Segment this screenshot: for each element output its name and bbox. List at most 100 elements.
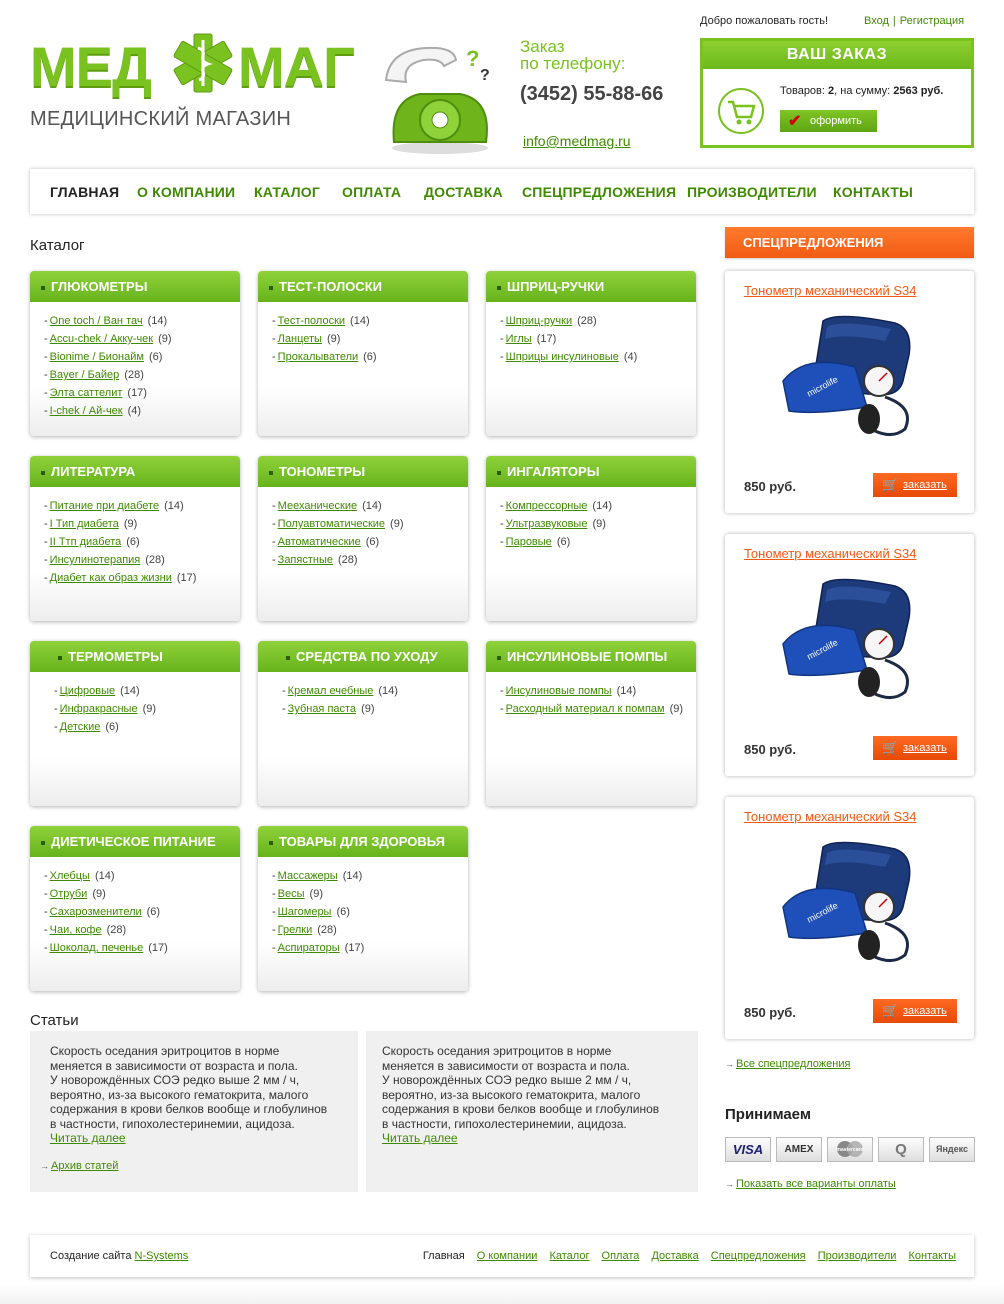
category-item-link[interactable]: Шприц-ручки	[506, 315, 572, 327]
category-header[interactable]: СРЕДСТВА ПО УХОДУ	[258, 641, 468, 672]
offer-price: 850 руб.	[744, 1005, 796, 1020]
all-offers-link[interactable]: Все спецпредложения	[736, 1058, 850, 1070]
category-item-link[interactable]: Детские	[60, 721, 101, 733]
category-item-count: (9)	[669, 703, 684, 715]
category-item-link[interactable]: Диабет как образ жизни	[50, 572, 172, 584]
category-item-link[interactable]: Грелки	[278, 924, 313, 936]
category-item-link[interactable]: I-chek / Ай-чек	[50, 405, 123, 417]
category-item-link[interactable]: Компрессорные	[506, 500, 588, 512]
footer-link-payment[interactable]: Оплата	[602, 1250, 640, 1262]
category-item-link[interactable]: Полуавтоматические	[278, 518, 385, 530]
category-header[interactable]: ТОВАРЫ ДЛЯ ЗДОРОВЬЯ	[258, 826, 468, 857]
category-item-link[interactable]: II Ттп диабета	[50, 536, 122, 548]
footer-link-catalog[interactable]: Каталог	[549, 1250, 589, 1262]
category-item-link[interactable]: Чаи, кофе	[50, 924, 102, 936]
nav-item-special-offers[interactable]: Спецпредложения	[522, 184, 676, 200]
category-item-link[interactable]: Инсулинотерапия	[50, 554, 141, 566]
category-item-link[interactable]: Запястные	[278, 554, 333, 566]
category-item-link[interactable]: Сахарозменители	[50, 906, 142, 918]
offer-image[interactable]: microlife	[775, 837, 920, 967]
category-item-link[interactable]: Аспираторы	[278, 942, 340, 954]
category-item-link[interactable]: Bayer / Байер	[50, 369, 120, 381]
nav-item-delivery[interactable]: Доставка	[424, 184, 503, 200]
nav-item-manufacturers[interactable]: Производители	[687, 184, 817, 200]
cart-sum-label: , на сумму:	[834, 85, 891, 97]
read-more-link[interactable]: Читать далее	[382, 1131, 458, 1145]
category-item-link[interactable]: I Тип диабета	[50, 518, 119, 530]
category-item-link[interactable]: Отруби	[50, 888, 88, 900]
nav-item-payment[interactable]: Оплата	[342, 184, 401, 200]
archive-link[interactable]: Архив статей	[51, 1160, 118, 1172]
list-dash: -	[500, 333, 504, 345]
footer-link-about[interactable]: О компании	[477, 1250, 538, 1262]
all-payment-link[interactable]: Показать все варианты оплаты	[736, 1178, 896, 1190]
login-link[interactable]: Вход	[864, 15, 889, 27]
register-link[interactable]: Регистрация	[900, 15, 964, 27]
article-text-line: содержания в крови белков вообще и глобу…	[382, 1102, 660, 1116]
category-item-link[interactable]: Accu-chek / Акку-чек	[50, 333, 153, 345]
category-header[interactable]: ИНГАЛЯТОРЫ	[486, 456, 696, 487]
order-button[interactable]: 🛒 заказать	[873, 999, 957, 1023]
category-item-link[interactable]: Паровые	[506, 536, 552, 548]
category-header[interactable]: ГЛЮКОМЕТРЫ	[30, 271, 240, 302]
checkout-button[interactable]: ✔ оформить	[780, 110, 877, 132]
category-item-link[interactable]: One toch / Ван тач	[50, 315, 143, 327]
nav-item-catalog[interactable]: Каталог	[254, 184, 320, 200]
category-item-link[interactable]: Ланцеты	[278, 333, 322, 345]
category-item-link[interactable]: Кремал ечебные	[288, 685, 374, 697]
category-header[interactable]: ЛИТЕРАТУРА	[30, 456, 240, 487]
nav-item-about[interactable]: О компании	[137, 184, 235, 200]
order-button[interactable]: 🛒 заказать	[873, 736, 957, 760]
category-item-link[interactable]: Шоколад, печенье	[50, 942, 144, 954]
read-more-link[interactable]: Читать далее	[50, 1131, 126, 1145]
offer-image[interactable]: microlife	[775, 574, 920, 704]
credit-link[interactable]: N-Systems	[135, 1250, 189, 1262]
footer-link-delivery[interactable]: Доставка	[651, 1250, 698, 1262]
category-item-count: (28)	[317, 924, 337, 936]
category-item-link[interactable]: Питание при диабете	[50, 500, 159, 512]
logo[interactable]: МЕД МАГ	[30, 30, 360, 100]
category-item-link[interactable]: Тест-полоски	[278, 315, 345, 327]
category-item-link[interactable]: Прокалыватели	[278, 351, 358, 363]
cart-icon[interactable]	[718, 88, 764, 134]
category-header[interactable]: ТЕСТ-ПОЛОСКИ	[258, 271, 468, 302]
category-item-link[interactable]: Автоматические	[278, 536, 361, 548]
list-dash: -	[44, 518, 48, 530]
category-item-link[interactable]: Хлебцы	[50, 870, 90, 882]
nav-item-home[interactable]: Главная	[50, 184, 119, 200]
category-item-link[interactable]: Мееханические	[278, 500, 357, 512]
category-header[interactable]: ДИЕТИЧЕСКОЕ ПИТАНИЕ	[30, 826, 240, 857]
category-item-link[interactable]: Иглы	[506, 333, 532, 345]
category-item-link[interactable]: Элта саттелит	[50, 387, 123, 399]
offer-title-link[interactable]: Тонометр механический S34	[744, 283, 916, 298]
category-item-link[interactable]: Массажеры	[278, 870, 338, 882]
bullet-icon	[286, 655, 290, 660]
category-item-count: (17)	[176, 572, 197, 584]
category-header[interactable]: ТЕРМОМЕТРЫ	[30, 641, 240, 672]
offer-title-link[interactable]: Тонометр механический S34	[744, 809, 916, 824]
category-item-link[interactable]: Расходный материал к помпам	[506, 703, 665, 715]
footer-link-special-offers[interactable]: Спецпредложения	[711, 1250, 806, 1262]
category-header[interactable]: ИНСУЛИНОВЫЕ ПОМПЫ	[486, 641, 696, 672]
email-link[interactable]: info@medmag.ru	[523, 133, 631, 149]
footer-link-home[interactable]: Главная	[423, 1250, 465, 1262]
category-item-link[interactable]: Зубная паста	[288, 703, 356, 715]
category-item-link[interactable]: Цифровые	[60, 685, 115, 697]
order-button[interactable]: 🛒 заказать	[873, 473, 957, 497]
category-item-link[interactable]: Весы	[278, 888, 305, 900]
category-header[interactable]: ШПРИЦ-РУЧКИ	[486, 271, 696, 302]
category-item-link[interactable]: Шприцы инсулиновые	[506, 351, 619, 363]
nav-item-contacts[interactable]: Контакты	[833, 184, 913, 200]
footer-link-manufacturers[interactable]: Производители	[818, 1250, 897, 1262]
category-header[interactable]: ТОНОМЕТРЫ	[258, 456, 468, 487]
category-item-link[interactable]: Инфракрасные	[60, 703, 138, 715]
category-item-link[interactable]: Bionime / Бионайм	[50, 351, 144, 363]
category-item-link[interactable]: Инсулиновые помпы	[506, 685, 612, 697]
offer-image[interactable]: microlife	[775, 311, 920, 441]
category-item-link[interactable]: Ультразвуковые	[506, 518, 588, 530]
cart-icon: 🛒	[882, 1003, 899, 1018]
list-dash: -	[44, 536, 48, 548]
category-item-link[interactable]: Шагомеры	[278, 906, 332, 918]
footer-link-contacts[interactable]: Контакты	[908, 1250, 956, 1262]
offer-title-link[interactable]: Тонометр механический S34	[744, 546, 916, 561]
